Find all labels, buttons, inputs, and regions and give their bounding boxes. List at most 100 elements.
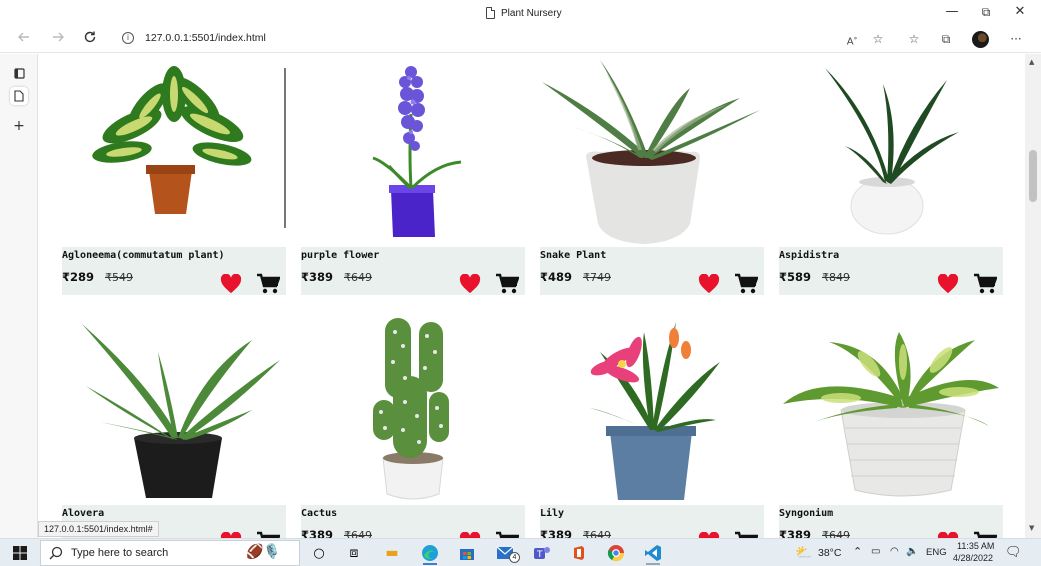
address-url[interactable]: 127.0.0.1:5501/index.html [145, 32, 266, 44]
product-name: Cactus [301, 508, 338, 519]
vscode-icon[interactable] [642, 542, 664, 564]
window-titlebar: Plant Nursery — ⧉ ✕ [0, 0, 1041, 26]
address-bar[interactable]: i 127.0.0.1:5501/index.html [112, 28, 892, 50]
product-card: Agloneema(commutatum plant) ₹289 ₹549 [62, 54, 286, 296]
mail-badge: 4 [509, 552, 520, 563]
cart-icon[interactable] [734, 531, 758, 538]
product-info: Syngonium ₹389 ₹649 [779, 505, 1003, 538]
heart-icon[interactable] [459, 274, 481, 294]
product-info: Cactus ₹389 ₹649 [301, 505, 525, 538]
product-info: Agloneema(commutatum plant) ₹289 ₹549 [62, 247, 286, 295]
weather-icon[interactable]: ⛅ [793, 542, 815, 564]
cart-icon[interactable] [734, 273, 758, 295]
product-image [62, 54, 286, 247]
battery-icon[interactable]: ▭ [871, 546, 880, 557]
vertical-tabs-rail: + [0, 54, 38, 538]
forward-button[interactable] [48, 30, 68, 49]
active-app-indicator [423, 563, 437, 565]
heart-icon[interactable] [220, 274, 242, 294]
heart-icon[interactable] [937, 274, 959, 294]
product-image [779, 54, 1003, 247]
task-view-icon[interactable]: ⧈ [343, 542, 365, 564]
network-icon[interactable]: ◠ [890, 546, 899, 557]
purple-flower-image [372, 66, 462, 237]
restore-button[interactable]: ⧉ [976, 4, 996, 20]
heart-icon[interactable] [698, 274, 720, 294]
clock-time[interactable]: 11:35 AM [957, 541, 994, 551]
link-status-bubble: 127.0.0.1:5501/index.html# [38, 521, 159, 537]
new-tab-icon[interactable]: + [10, 117, 28, 135]
refresh-button[interactable] [80, 30, 100, 49]
product-price: ₹389 [301, 270, 334, 284]
product-price: ₹389 [779, 528, 812, 538]
product-image [779, 312, 1003, 505]
cart-icon[interactable] [495, 273, 519, 295]
clock-date[interactable]: 4/28/2022 [953, 553, 993, 563]
tab-actions-icon[interactable] [10, 64, 28, 82]
file-explorer-icon[interactable]: ▬ [381, 542, 403, 564]
product-price: ₹289 [62, 270, 95, 284]
product-old-price: ₹649 [344, 271, 372, 284]
teams-icon[interactable]: T [531, 542, 553, 564]
product-card: Snake Plant ₹489 ₹749 [540, 54, 764, 296]
language-indicator[interactable]: ENG [926, 547, 947, 558]
product-image [540, 54, 764, 247]
close-button[interactable]: ✕ [1010, 4, 1030, 20]
edge-browser-icon[interactable] [419, 542, 441, 564]
product-image [301, 312, 525, 505]
lily-image [590, 322, 720, 500]
office-icon[interactable] [568, 542, 590, 564]
refresh-icon [84, 31, 96, 43]
vscode-indicator [646, 563, 660, 565]
minimize-button[interactable]: — [942, 4, 962, 20]
scroll-down-arrow-icon[interactable]: ▼ [1029, 524, 1034, 532]
edge-glyph [422, 545, 438, 561]
cart-icon[interactable] [256, 273, 280, 295]
product-name: Syngonium [779, 508, 834, 519]
cart-icon[interactable] [495, 531, 519, 538]
store-icon[interactable] [456, 542, 478, 564]
volume-icon[interactable]: 🔈 [906, 546, 918, 557]
product-image [62, 312, 286, 505]
window-title-group: Plant Nursery [486, 6, 562, 20]
add-favorite-icon[interactable]: ☆ [869, 31, 887, 47]
product-card: Syngonium ₹389 ₹649 [779, 312, 1003, 538]
favorites-icon[interactable]: ☆ [905, 31, 923, 47]
scroll-up-arrow-icon[interactable]: ▲ [1029, 58, 1034, 66]
product-old-price: ₹649 [344, 529, 372, 538]
product-price: ₹589 [779, 270, 812, 284]
alovera-image [82, 324, 280, 498]
cart-icon[interactable] [973, 273, 997, 295]
search-placeholder: Type here to search [71, 547, 169, 559]
profile-avatar[interactable] [972, 31, 989, 48]
windows-start-icon[interactable] [13, 546, 27, 560]
agloneema-image [92, 66, 252, 214]
cortana-icon[interactable]: ○ [308, 542, 330, 564]
scrollbar-thumb[interactable] [1029, 150, 1037, 202]
read-aloud-icon[interactable]: A» [843, 31, 861, 50]
forward-arrow-icon [53, 32, 64, 42]
taskbar-search[interactable]: Type here to search 🏈🎙️ [40, 540, 300, 566]
window-title: Plant Nursery [501, 7, 562, 19]
search-icon [49, 546, 63, 560]
product-card: Cactus ₹389 ₹649 [301, 312, 525, 538]
product-card: Alovera [62, 312, 286, 538]
product-name: Agloneema(commutatum plant) [62, 250, 225, 261]
chrome-icon[interactable] [605, 542, 627, 564]
vscode-glyph [645, 545, 661, 561]
product-old-price: ₹649 [822, 529, 850, 538]
back-button[interactable] [14, 30, 34, 49]
product-name: Lily [540, 508, 565, 519]
cart-icon[interactable] [256, 531, 280, 538]
product-old-price: ₹549 [105, 271, 133, 284]
tray-overflow-icon[interactable]: ⌃ [853, 545, 862, 558]
cart-icon[interactable] [973, 531, 997, 538]
weather-temperature[interactable]: 38°C [818, 547, 841, 559]
site-info-icon[interactable]: i [122, 32, 134, 44]
collections-icon[interactable]: ⧉ [937, 31, 955, 47]
page-scrollbar[interactable]: ▲ ▼ [1025, 54, 1041, 538]
more-menu-icon[interactable]: ··· [1007, 31, 1025, 47]
teams-glyph: T [534, 547, 550, 560]
notifications-icon[interactable]: 🗨 [1005, 544, 1022, 560]
tab-page-icon[interactable] [10, 87, 28, 105]
